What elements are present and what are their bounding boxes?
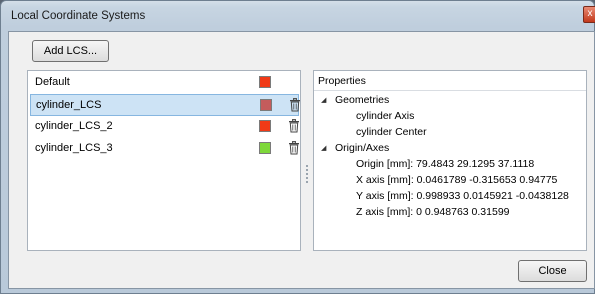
- lcs-dialog-window: Local Coordinate Systems x Add LCS... De…: [0, 0, 595, 294]
- lcs-row-cylinder-lcs-3[interactable]: cylinder_LCS_3: [30, 138, 299, 160]
- y-axis-value: Y axis [mm]: 0.998933 0.0145921 -0.04381…: [356, 190, 569, 202]
- tree-item[interactable]: cylinder Center: [356, 126, 427, 138]
- lcs-name: cylinder_LCS_3: [35, 142, 113, 154]
- lcs-name: Default: [35, 76, 70, 88]
- x-axis-value: X axis [mm]: 0.0461789 -0.315653 0.94775: [356, 174, 558, 186]
- window-title: Local Coordinate Systems: [11, 10, 146, 22]
- trash-icon[interactable]: [289, 98, 301, 112]
- properties-header-label: Properties: [318, 75, 366, 87]
- lcs-row-cylinder-lcs[interactable]: cylinder_LCS: [30, 94, 301, 116]
- close-button[interactable]: Close: [518, 260, 587, 282]
- lcs-row-default[interactable]: Default: [30, 72, 299, 94]
- tree-node-origin-axes[interactable]: Origin/Axes: [335, 142, 389, 154]
- window-close-icon[interactable]: x: [583, 6, 595, 23]
- properties-header: Properties: [314, 71, 586, 91]
- lcs-list: Default cylinder_LCS cylinder_LCS_2 cyli…: [27, 70, 301, 251]
- color-swatch[interactable]: [259, 76, 271, 88]
- color-swatch[interactable]: [260, 99, 272, 111]
- collapse-triangle-icon[interactable]: ◢: [321, 96, 326, 104]
- tree-item[interactable]: cylinder Axis: [356, 110, 414, 122]
- panel-splitter-handle[interactable]: [305, 163, 309, 185]
- lcs-name: cylinder_LCS_2: [35, 120, 113, 132]
- trash-icon[interactable]: [288, 119, 300, 133]
- lcs-row-cylinder-lcs-2[interactable]: cylinder_LCS_2: [30, 116, 299, 138]
- add-lcs-button[interactable]: Add LCS...: [32, 40, 109, 62]
- color-swatch[interactable]: [259, 120, 271, 132]
- dialog-client-area: Add LCS... Default cylinder_LCS cylinder…: [8, 31, 595, 289]
- origin-value: Origin [mm]: 79.4843 29.1295 37.1118: [356, 158, 535, 170]
- trash-icon[interactable]: [288, 141, 300, 155]
- lcs-name: cylinder_LCS: [36, 99, 102, 111]
- title-bar[interactable]: Local Coordinate Systems x: [1, 1, 595, 31]
- properties-panel: Properties ◢ Geometries cylinder Axis cy…: [313, 70, 587, 251]
- collapse-triangle-icon[interactable]: ◢: [321, 144, 326, 152]
- color-swatch[interactable]: [259, 142, 271, 154]
- z-axis-value: Z axis [mm]: 0 0.948763 0.31599: [356, 206, 510, 218]
- tree-node-geometries[interactable]: Geometries: [335, 94, 389, 106]
